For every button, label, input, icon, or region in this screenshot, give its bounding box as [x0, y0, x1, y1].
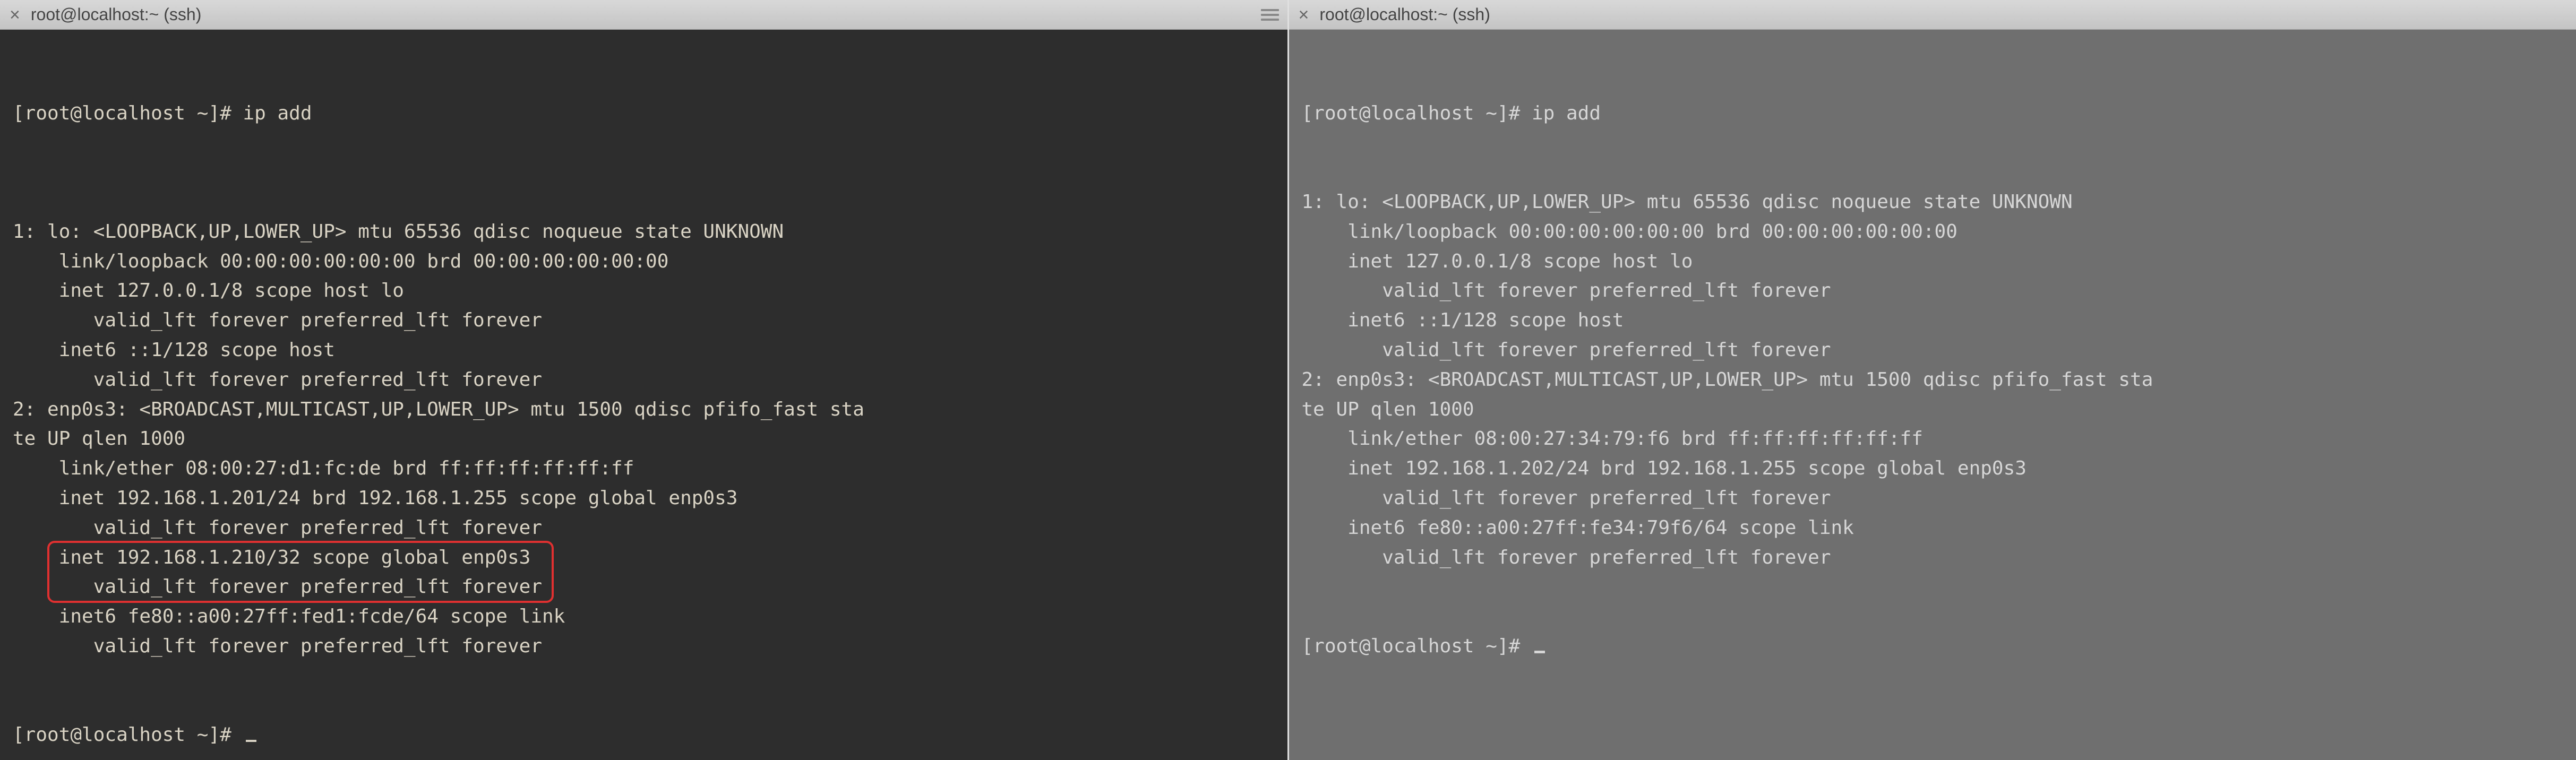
terminal-viewport-left[interactable]: [root@localhost ~]# ip add 1: lo: <LOOPB… — [0, 30, 1287, 760]
output-line: valid_lft forever preferred_lft forever — [13, 306, 1275, 335]
output-line: valid_lft forever preferred_lft forever — [13, 513, 1275, 543]
hamburger-icon[interactable] — [1259, 7, 1281, 23]
output-line: inet 192.168.1.210/32 scope global enp0s… — [13, 543, 1275, 573]
prompt-line-trailing: [root@localhost ~]# — [1302, 632, 2564, 661]
output-line: valid_lft forever preferred_lft forever — [13, 572, 1275, 602]
titlebar-left: × root@localhost:~ (ssh) — [0, 0, 1287, 30]
prompt-line: [root@localhost ~]# ip add — [13, 99, 1275, 128]
prompt-line: [root@localhost ~]# ip add — [1302, 99, 2564, 128]
output-line: valid_lft forever preferred_lft forever — [1302, 543, 2564, 573]
output-line: inet 192.168.1.201/24 brd 192.168.1.255 … — [13, 483, 1275, 513]
output-line: 2: enp0s3: <BROADCAST,MULTICAST,UP,LOWER… — [1302, 365, 2564, 395]
output-line: inet 127.0.0.1/8 scope host lo — [1302, 247, 2564, 277]
shell-prompt: [root@localhost ~]# — [1302, 635, 1532, 657]
terminal-viewport-right[interactable]: [root@localhost ~]# ip add 1: lo: <LOOPB… — [1289, 30, 2576, 760]
shell-command: ip add — [243, 102, 312, 124]
cursor-icon — [246, 740, 256, 742]
output-line: valid_lft forever preferred_lft forever — [1302, 483, 2564, 513]
output-line: inet6 fe80::a00:27ff:fe34:79f6/64 scope … — [1302, 513, 2564, 543]
terminal-pane-left: × root@localhost:~ (ssh) [root@localhost… — [0, 0, 1289, 760]
close-icon[interactable]: × — [1295, 6, 1312, 24]
output-line: link/loopback 00:00:00:00:00:00 brd 00:0… — [13, 247, 1275, 277]
shell-command: ip add — [1532, 102, 1601, 124]
output-line: 1: lo: <LOOPBACK,UP,LOWER_UP> mtu 65536 … — [1302, 187, 2564, 217]
output-line: link/ether 08:00:27:d1:fc:de brd ff:ff:f… — [13, 454, 1275, 483]
output-line: valid_lft forever preferred_lft forever — [13, 365, 1275, 395]
terminal-output-left: 1: lo: <LOOPBACK,UP,LOWER_UP> mtu 65536 … — [13, 217, 1275, 661]
output-line: valid_lft forever preferred_lft forever — [1302, 276, 2564, 306]
cursor-icon — [1534, 651, 1545, 653]
output-line: inet 127.0.0.1/8 scope host lo — [13, 276, 1275, 306]
shell-prompt: [root@localhost ~]# — [13, 724, 243, 746]
prompt-line-trailing: [root@localhost ~]# — [13, 720, 1275, 750]
output-line: valid_lft forever preferred_lft forever — [13, 632, 1275, 661]
output-line: te UP qlen 1000 — [1302, 395, 2564, 425]
output-line: valid_lft forever preferred_lft forever — [1302, 335, 2564, 365]
tab-title-left: root@localhost:~ (ssh) — [31, 5, 1251, 24]
output-line: inet6 ::1/128 scope host — [1302, 306, 2564, 335]
output-line: link/ether 08:00:27:34:79:f6 brd ff:ff:f… — [1302, 424, 2564, 454]
output-line: link/loopback 00:00:00:00:00:00 brd 00:0… — [1302, 217, 2564, 247]
titlebar-right: × root@localhost:~ (ssh) — [1289, 0, 2576, 30]
shell-prompt: [root@localhost ~]# — [13, 102, 243, 124]
output-line: 1: lo: <LOOPBACK,UP,LOWER_UP> mtu 65536 … — [13, 217, 1275, 247]
output-line: inet6 fe80::a00:27ff:fed1:fcde/64 scope … — [13, 602, 1275, 632]
output-line: inet 192.168.1.202/24 brd 192.168.1.255 … — [1302, 454, 2564, 483]
tab-title-right: root@localhost:~ (ssh) — [1319, 5, 2570, 24]
output-line: inet6 ::1/128 scope host — [13, 335, 1275, 365]
close-icon[interactable]: × — [6, 6, 23, 24]
output-line: te UP qlen 1000 — [13, 424, 1275, 454]
terminal-pane-right: × root@localhost:~ (ssh) [root@localhost… — [1289, 0, 2576, 760]
output-line: 2: enp0s3: <BROADCAST,MULTICAST,UP,LOWER… — [13, 395, 1275, 425]
terminal-output-right: 1: lo: <LOOPBACK,UP,LOWER_UP> mtu 65536 … — [1302, 187, 2564, 572]
shell-prompt: [root@localhost ~]# — [1302, 102, 1532, 124]
